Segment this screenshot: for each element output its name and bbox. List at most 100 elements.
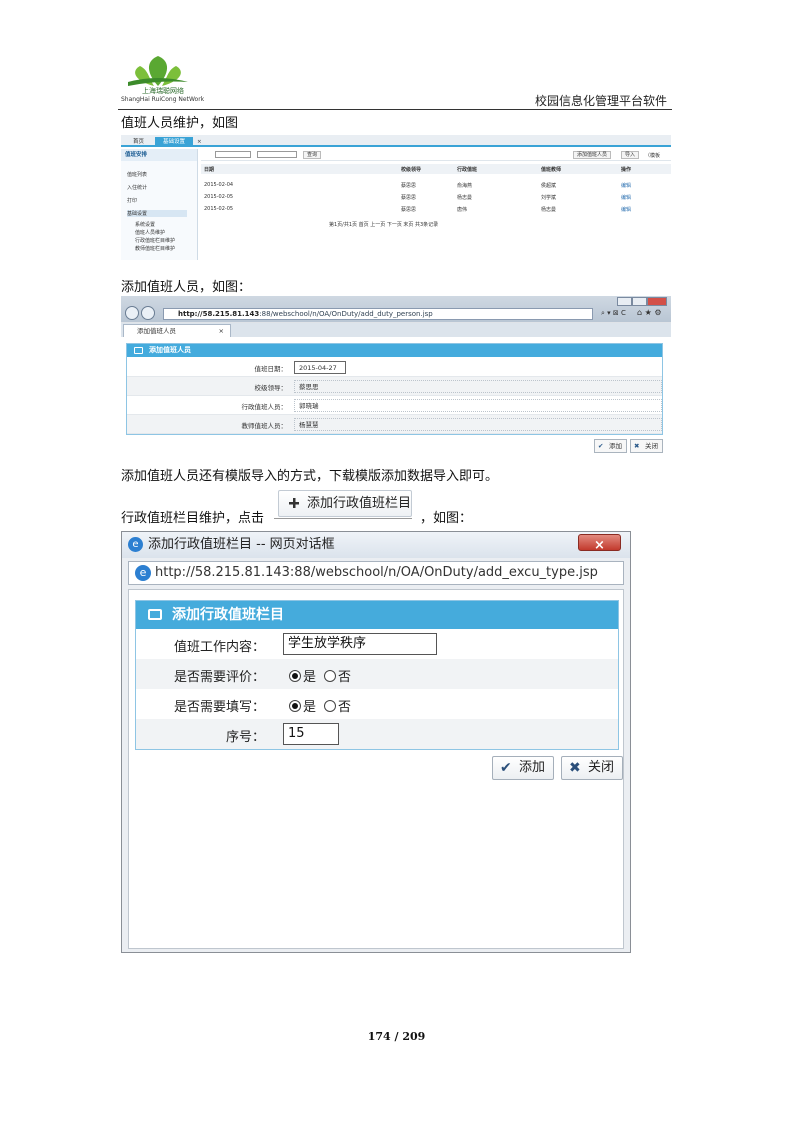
eval-yes-radio[interactable]: 是 (289, 666, 316, 685)
field-label: 行政值班人员： (241, 403, 288, 411)
radio-icon (324, 670, 336, 682)
add-duty-person-button[interactable]: 添加值班人员 (573, 151, 612, 159)
sidebar-title: 值班安排 (121, 149, 197, 161)
seq-input[interactable]: 15 (283, 723, 339, 745)
table-cell: 刘学斌 (541, 195, 557, 201)
field-label: 教师值班人员： (241, 422, 288, 430)
ie-icon: e (135, 565, 151, 581)
table-cell: 俞海燕 (457, 183, 473, 189)
duty-date-input[interactable]: 2015-04-27 (294, 361, 346, 374)
toolbar: 查询 添加值班人员 导入 （模板 (201, 149, 671, 161)
sidebar-item-duty-list[interactable]: 值班列表 (127, 171, 147, 178)
column-header: 校级领导 (401, 167, 422, 173)
column-header: 行政值班 (457, 167, 478, 173)
dialog-titlebar: e 添加行政值班栏目 -- 网页对话框 × (122, 532, 630, 558)
edit-link[interactable]: 编辑 (621, 194, 631, 201)
address-bar[interactable]: http://58.215.81.143:88/webschool/n/OA/O… (163, 308, 593, 320)
form-icon (148, 609, 162, 620)
query-button[interactable]: 查询 (303, 151, 322, 159)
edit-link[interactable]: 编辑 (621, 182, 631, 189)
close-icon[interactable]: × (578, 534, 621, 553)
sidebar-subitem[interactable]: 行政值班栏目维护 (135, 237, 175, 244)
minimize-icon[interactable] (617, 297, 632, 306)
search-icon[interactable]: ⌕ ▾ ⊠ C (601, 309, 626, 318)
close-button[interactable]: ✖ 关闭 (630, 439, 663, 453)
screenshot-add-duty-person: http://58.215.81.143:88/webschool/n/OA/O… (121, 296, 671, 459)
sidebar-item-print[interactable]: 打印 (127, 197, 137, 204)
add-admin-column-button[interactable]: 添加行政值班栏目 (278, 490, 412, 517)
home-star-gear-icon[interactable]: ⌂ ★ ⚙ (637, 308, 662, 317)
panel-title-text: 添加值班人员 (149, 346, 191, 354)
sidebar-item-stats[interactable]: 入住统计 (127, 184, 147, 191)
form-row: 是否需要评价： 是 否 (136, 659, 618, 689)
dialog-close-button[interactable]: ✖ 关闭 (561, 756, 623, 780)
paragraph-admin-column: 行政值班栏目维护，点击 (121, 511, 265, 526)
form-row: 教师值班人员： 杨慧慧 (127, 415, 662, 434)
date-from-input[interactable] (215, 151, 251, 158)
eval-no-radio[interactable]: 否 (324, 666, 351, 685)
inline-underline (274, 518, 412, 519)
eval-label: 是否需要评价： (173, 670, 265, 685)
check-icon: ✔ (598, 442, 604, 450)
sidebar-subitem[interactable]: 教师值班栏目维护 (135, 245, 175, 252)
add-button-label: 添加 (609, 442, 622, 450)
maximize-icon[interactable] (632, 297, 647, 306)
template-link[interactable]: （模板 (645, 152, 660, 159)
tab-home[interactable]: 首页 (125, 137, 152, 147)
school-leader-field[interactable]: 蔡思思 (294, 380, 662, 393)
ie-icon: e (128, 537, 143, 552)
admin-duty-field[interactable]: 郭晓瑞 (294, 399, 662, 412)
fill-no-radio[interactable]: 否 (324, 696, 351, 715)
screenshot-duty-list: 首页 基础设置 × 值班安排 值班列表 入住统计 打印 基础设置 系统设置 值班… (121, 135, 671, 260)
radio-icon (324, 700, 336, 712)
sidebar-subitem[interactable]: 系统设置 (135, 221, 155, 228)
plus-icon (289, 498, 299, 508)
paragraph-admin-column-tail: ，如图： (420, 511, 473, 526)
tab-label: 添加值班人员 (137, 327, 176, 335)
dialog-body: 添加行政值班栏目 值班工作内容： 学生放学秩序 是否需要评价： 是 否 是否需要… (128, 589, 624, 949)
edit-link[interactable]: 编辑 (621, 206, 631, 213)
add-button[interactable]: ✔ 添加 (594, 439, 627, 453)
sidebar: 值班安排 值班列表 入住统计 打印 基础设置 系统设置 值班人员维护 行政值班栏… (121, 149, 198, 260)
radio-label: 否 (338, 670, 352, 685)
dialog-panel-header: 添加行政值班栏目 (136, 601, 618, 629)
column-header: 日期 (204, 167, 215, 173)
table-cell: 蔡思思 (401, 207, 417, 213)
table-cell: 蔡思思 (401, 195, 417, 201)
logo-text-en: ShangHai RuiCong NetWork (121, 96, 205, 103)
table-cell: 侯超斌 (541, 183, 557, 189)
panel-title: 添加值班人员 (127, 344, 662, 357)
sidebar-item-basic-settings[interactable]: 基础设置 (127, 210, 187, 217)
fill-yes-radio[interactable]: 是 (289, 696, 316, 715)
date-to-input[interactable] (257, 151, 297, 158)
table-header (201, 164, 671, 174)
field-label: 值班日期： (254, 365, 288, 373)
browser-tab[interactable]: 添加值班人员 × (123, 324, 231, 337)
forward-icon[interactable] (141, 306, 155, 320)
sidebar-subitem[interactable]: 值班人员维护 (135, 229, 165, 236)
check-icon: ✔ (500, 760, 512, 776)
seq-label: 序号： (225, 730, 265, 745)
table-cell: 2015-02-05 (204, 194, 234, 200)
page-number: 174 / 209 (367, 1030, 426, 1043)
radio-selected-icon (289, 670, 301, 682)
dialog-add-button[interactable]: ✔ 添加 (492, 756, 555, 780)
tab-close-icon[interactable]: × (219, 325, 224, 337)
import-button[interactable]: 导入 (621, 151, 640, 159)
form-icon (134, 347, 143, 354)
form-panel: 添加值班人员 值班日期： 2015-04-27 校级领导： 蔡思思 行政值班人员… (126, 343, 663, 435)
pager[interactable]: 第1页/共1页 首页 上一页 下一页 末页 共3条记录 (329, 221, 438, 228)
tab-close-icon[interactable]: × (189, 137, 210, 147)
close-button-label: 关闭 (645, 442, 658, 450)
field-label: 校级领导： (254, 384, 288, 392)
table-cell: 2015-02-04 (204, 182, 234, 188)
content-input[interactable]: 学生放学秩序 (283, 633, 437, 655)
teacher-duty-field[interactable]: 杨慧慧 (294, 418, 662, 431)
tab-basic-settings[interactable]: 基础设置 (155, 137, 194, 147)
back-icon[interactable] (125, 306, 139, 320)
close-icon[interactable] (647, 297, 667, 306)
radio-label: 是 (303, 670, 317, 685)
radio-label: 否 (338, 700, 352, 715)
dialog-address-bar[interactable]: e http://58.215.81.143:88/webschool/n/OA… (128, 561, 624, 585)
fill-label: 是否需要填写： (173, 700, 265, 715)
